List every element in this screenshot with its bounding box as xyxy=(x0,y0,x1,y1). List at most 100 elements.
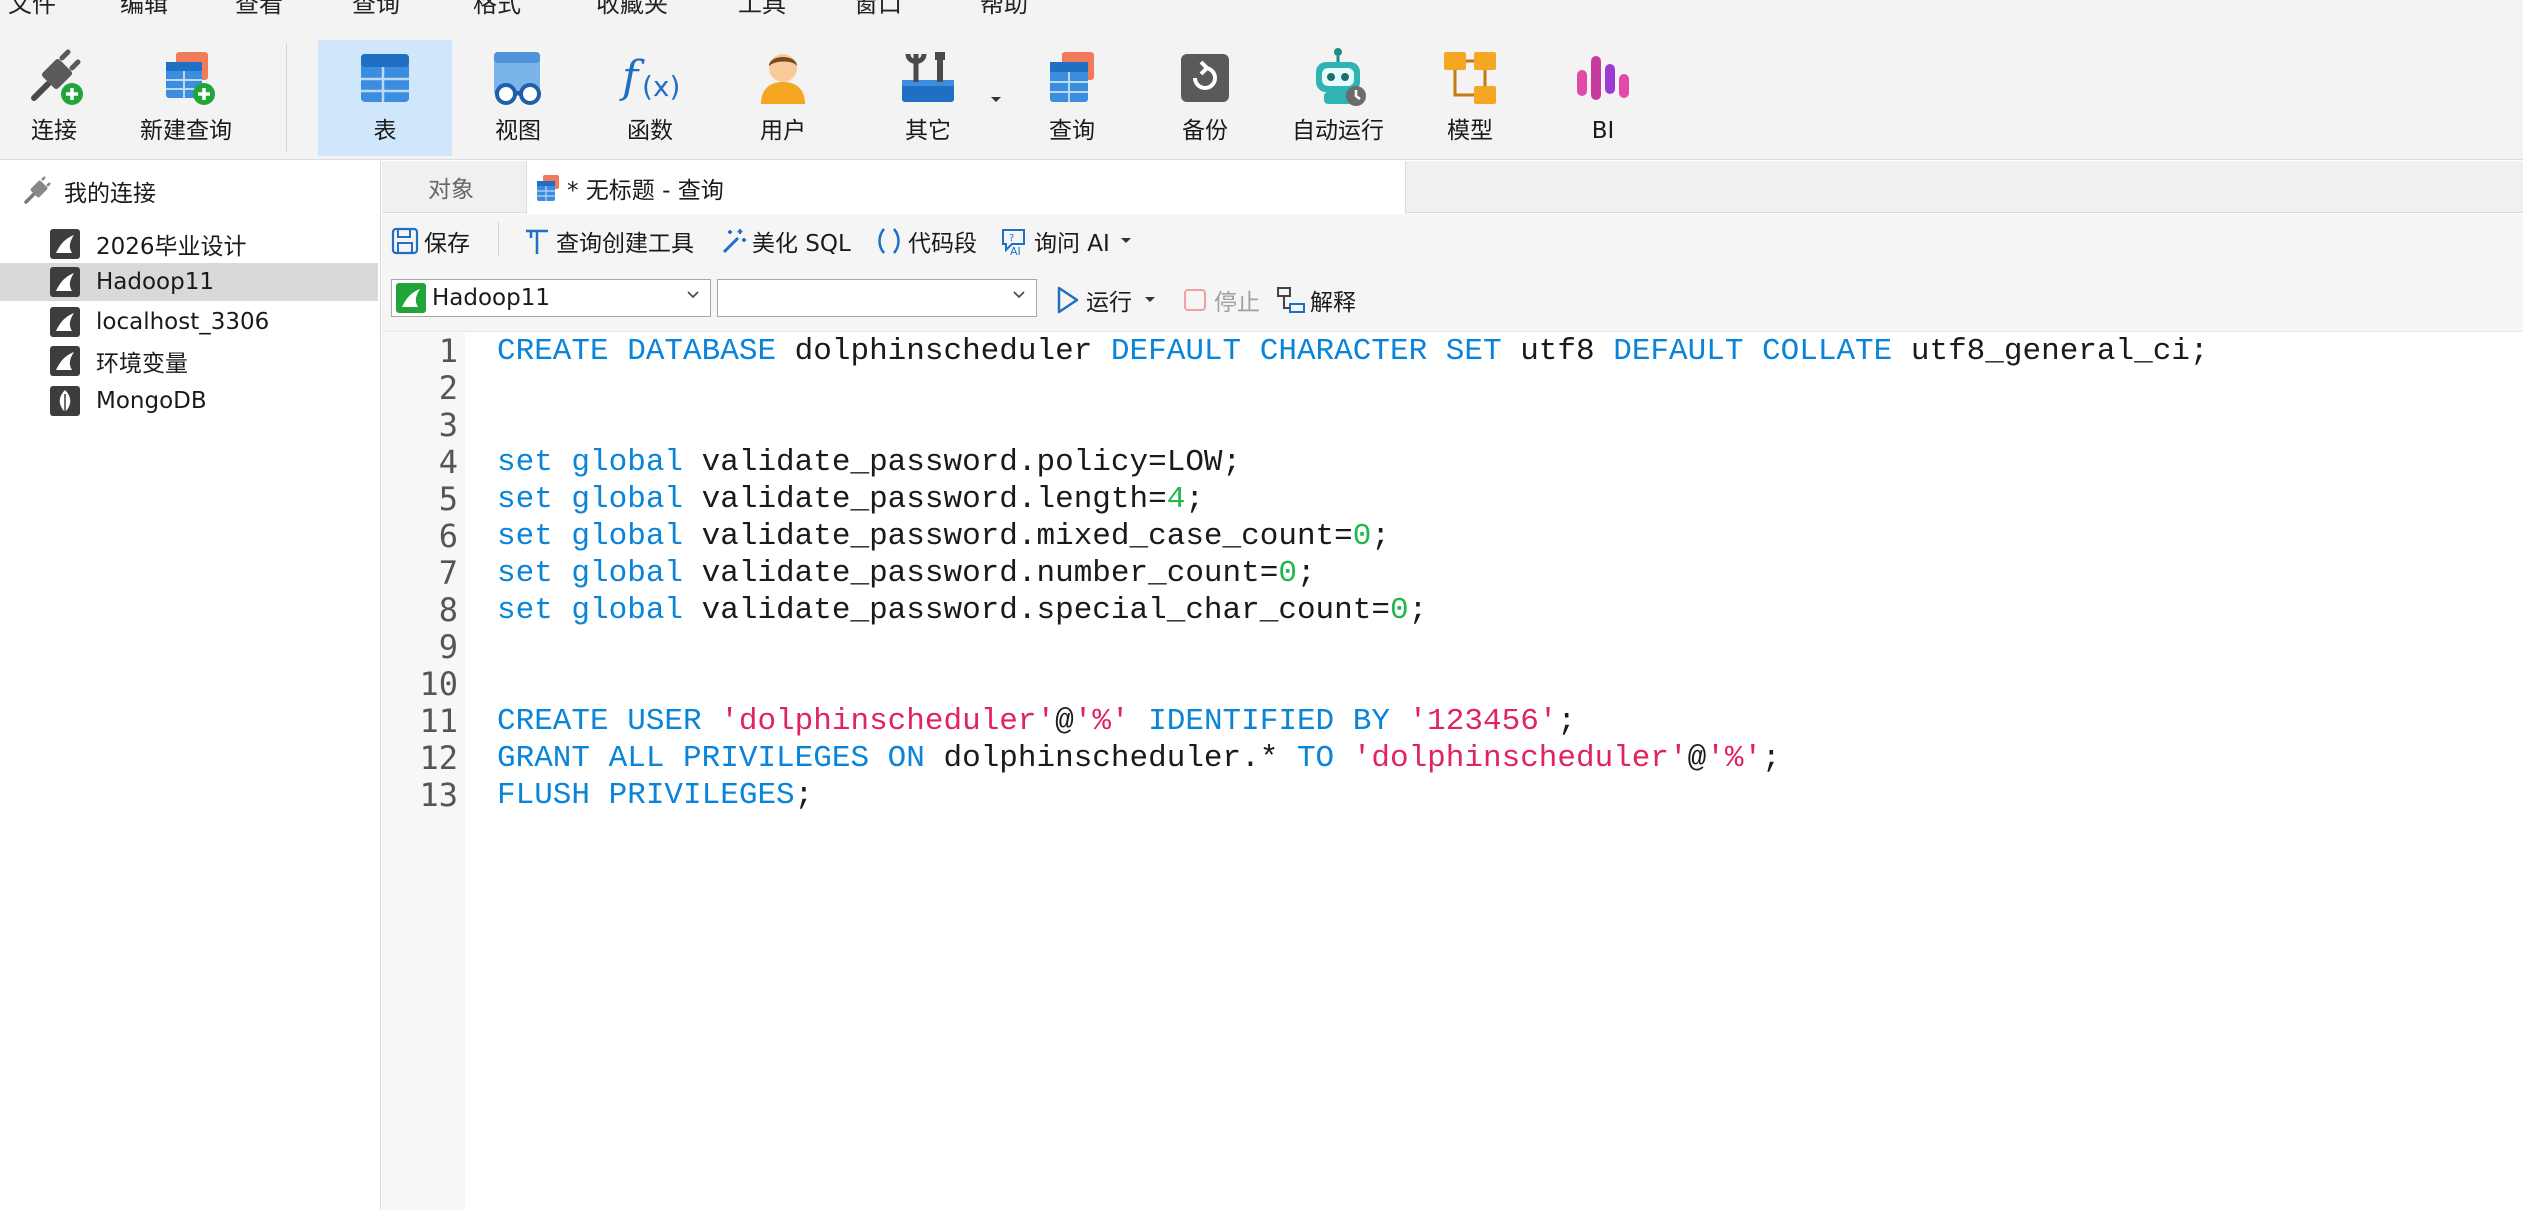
ask-ai-dropdown-arrow-icon xyxy=(1120,238,1131,243)
connection-select[interactable]: Hadoop11 xyxy=(391,279,711,317)
beautify-sql-button[interactable]: 美化 SQL xyxy=(718,224,851,258)
explain-button[interactable]: 解释 xyxy=(1276,283,1356,317)
view-icon xyxy=(486,46,550,110)
connection-label: 2026毕业设计 xyxy=(96,234,247,260)
code-line[interactable]: GRANT ALL PRIVILEGES ON dolphinscheduler… xyxy=(497,740,1781,777)
code-snippets-button[interactable]: 代码段 xyxy=(874,224,977,258)
new-query-label: 新建查询 xyxy=(140,118,232,144)
code-token-str: '%' xyxy=(1073,704,1130,739)
run-button[interactable]: 运行 xyxy=(1052,283,1156,317)
menu-format[interactable]: 格式 xyxy=(473,0,521,19)
line-number: 3 xyxy=(438,406,458,444)
connection-item[interactable]: localhost_3306 xyxy=(0,303,378,341)
code-token-kw: IDENTIFIED BY xyxy=(1129,704,1409,739)
connection-select-value: Hadoop11 xyxy=(432,285,550,311)
code-token-id: dolphinscheduler.* xyxy=(943,741,1297,776)
code-token-str: '123456' xyxy=(1408,704,1558,739)
menu-query[interactable]: 查询 xyxy=(352,0,400,19)
run-label: 运行 xyxy=(1086,290,1132,316)
table-icon xyxy=(353,46,417,110)
function-button[interactable]: f (x) 函数 xyxy=(610,40,690,158)
connection-item-selected[interactable]: Hadoop11 xyxy=(0,263,378,301)
code-token-id: utf8 xyxy=(1520,334,1614,369)
other-dropdown-arrow-icon[interactable] xyxy=(990,96,1002,104)
stop-button[interactable]: 停止 xyxy=(1180,283,1260,317)
query-builder-button[interactable]: 查询创建工具 xyxy=(522,224,694,258)
tab-query-label: * 无标题 - 查询 xyxy=(567,177,724,204)
line-number: 5 xyxy=(438,480,458,518)
tab-query[interactable]: * 无标题 - 查询 xyxy=(526,161,1406,214)
query-run-toolbar: Hadoop11 运行 停止 解释 xyxy=(382,264,2523,332)
code-token-kw: set global xyxy=(497,445,702,480)
ribbon-divider xyxy=(286,44,287,152)
code-token-kw: set global xyxy=(497,593,702,628)
function-icon: f (x) xyxy=(618,46,682,110)
code-line[interactable]: CREATE USER 'dolphinscheduler'@'%' IDENT… xyxy=(497,703,1576,740)
menu-favorites[interactable]: 收藏夹 xyxy=(596,0,668,19)
stop-label: 停止 xyxy=(1214,290,1260,316)
connection-item[interactable]: 环境变量 xyxy=(0,342,378,380)
chevron-down-icon xyxy=(1013,291,1025,299)
connection-item[interactable]: 2026毕业设计 xyxy=(0,225,378,263)
code-token-kw: GRANT ALL PRIVILEGES ON xyxy=(497,741,944,776)
query-label: 查询 xyxy=(1049,118,1095,144)
connection-label: MongoDB xyxy=(96,388,207,414)
code-token-num: 0 xyxy=(1278,556,1297,591)
tab-objects-label: 对象 xyxy=(428,177,474,203)
new-query-button[interactable]: 新建查询 xyxy=(136,40,236,158)
line-number: 6 xyxy=(438,517,458,555)
bi-button[interactable]: BI xyxy=(1563,40,1643,158)
tab-objects[interactable]: 对象 xyxy=(428,161,518,213)
ask-ai-button[interactable]: AI? 询问 AI xyxy=(1000,224,1132,258)
menu-file[interactable]: 文件 xyxy=(8,0,56,19)
menu-tools[interactable]: 工具 xyxy=(738,0,786,19)
bi-label: BI xyxy=(1591,118,1615,144)
other-button[interactable]: 其它 xyxy=(888,40,968,158)
code-line[interactable]: FLUSH PRIVILEGES; xyxy=(497,777,813,814)
database-select[interactable] xyxy=(717,279,1037,317)
menu-help[interactable]: 帮助 xyxy=(980,0,1028,19)
save-button[interactable]: 保存 xyxy=(390,224,470,258)
my-connections-root[interactable]: 我的连接 xyxy=(22,173,156,209)
connect-button[interactable]: 连接 xyxy=(14,40,94,158)
code-line[interactable]: set global validate_password.number_coun… xyxy=(497,555,1316,592)
connection-item[interactable]: MongoDB xyxy=(0,382,378,420)
mysql-dolphin-icon xyxy=(50,267,80,297)
menu-window[interactable]: 窗口 xyxy=(854,0,902,19)
table-button[interactable]: 表 xyxy=(318,40,452,156)
code-token-id: ; xyxy=(1296,556,1316,591)
menu-edit[interactable]: 编辑 xyxy=(120,0,168,19)
code-line[interactable]: set global validate_password.special_cha… xyxy=(497,592,1427,629)
automation-button[interactable]: 自动运行 xyxy=(1285,40,1391,158)
code-line[interactable]: set global validate_password.length=4; xyxy=(497,481,1204,518)
code-line[interactable]: set global validate_password.policy=LOW; xyxy=(497,444,1241,481)
code-snippets-label: 代码段 xyxy=(908,231,977,257)
query-button[interactable]: 查询 xyxy=(1032,40,1112,158)
code-token-str: '%' xyxy=(1706,741,1763,776)
menu-view[interactable]: 查看 xyxy=(235,0,283,19)
mongodb-leaf-icon xyxy=(50,386,80,416)
code-token-id: validate_password.length= xyxy=(701,482,1167,517)
sql-editor[interactable]: 1 2 3 4 5 6 7 8 9 10 11 12 13 CREATE DAT… xyxy=(382,333,2523,1210)
model-button[interactable]: 模型 xyxy=(1430,40,1510,158)
model-label: 模型 xyxy=(1447,118,1493,144)
code-line[interactable]: CREATE DATABASE dolphinscheduler DEFAULT… xyxy=(497,333,2209,370)
code-line[interactable]: set global validate_password.mixed_case_… xyxy=(497,518,1390,555)
code-token-num: 0 xyxy=(1389,593,1409,628)
line-number: 1 xyxy=(438,332,458,370)
view-button[interactable]: 视图 xyxy=(478,40,558,158)
parentheses-icon xyxy=(874,226,904,256)
my-connections-label: 我的连接 xyxy=(64,181,156,207)
view-label: 视图 xyxy=(495,118,541,144)
user-button[interactable]: 用户 xyxy=(743,40,823,158)
menu-bar: 文件 编辑 查看 查询 格式 收藏夹 工具 窗口 帮助 xyxy=(0,0,2523,24)
query-builder-icon xyxy=(522,226,552,256)
connection-label: 环境变量 xyxy=(96,351,188,377)
line-number: 4 xyxy=(438,443,458,481)
code-token-str: 'dolphinscheduler' xyxy=(1352,741,1688,776)
code-token-id: utf8_general_ci; xyxy=(1910,334,2209,369)
plug-icon xyxy=(22,46,86,110)
new-query-icon xyxy=(154,46,218,110)
backup-button[interactable]: 备份 xyxy=(1165,40,1245,158)
beautify-sql-label: 美化 SQL xyxy=(752,231,851,257)
